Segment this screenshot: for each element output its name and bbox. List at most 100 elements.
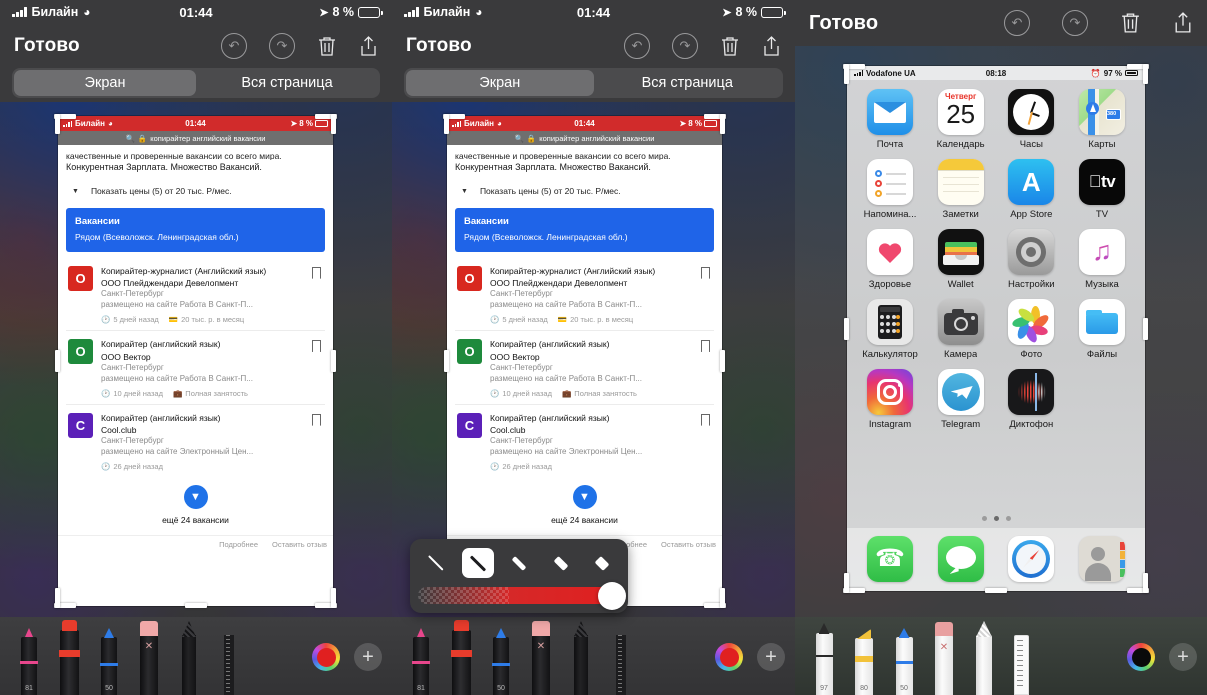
screenshot-preview-3[interactable]: Vodafone UA 08:18 ⏰ 97 % Почта Четверг 2… (843, 64, 1149, 593)
browser-search-bar[interactable]: 🔍 🔒 копирайтер английский вакансии (58, 131, 333, 145)
lasso-tool[interactable] (176, 621, 202, 695)
ruler-tool[interactable] (1011, 635, 1031, 695)
eraser-tool[interactable]: ✕ (136, 621, 162, 695)
trash-icon[interactable] (1120, 11, 1141, 35)
share-icon[interactable] (359, 35, 378, 58)
redo-icon[interactable]: ↷ (1062, 10, 1088, 36)
share-icon[interactable] (762, 35, 781, 58)
app-tv[interactable]: tv TV (1071, 159, 1133, 220)
load-more-section[interactable]: ▼ ещё 24 вакансии (66, 477, 325, 535)
tab-full-page[interactable]: Вся страница (196, 70, 378, 96)
table-row[interactable]: C Копирайтер (английский язык) Cool.club… (66, 403, 325, 477)
crop-handle-top-left[interactable] (444, 114, 449, 134)
highlighter-tool[interactable]: 80 (851, 629, 877, 695)
app-music[interactable]: ♫ Музыка (1071, 229, 1133, 290)
crop-handle-bottom-left[interactable] (844, 573, 849, 593)
crop-handle-bottom-right[interactable] (1143, 573, 1148, 593)
show-prices-row[interactable]: ▼ Показать цены (5) от 20 тыс. Р/мес. (66, 172, 325, 208)
share-icon[interactable] (1173, 11, 1193, 35)
screenshot-preview-2[interactable]: Билайн ◕ 01:44 ➤ 8 % 🔍 🔒 копирайтер англ… (443, 114, 726, 608)
marker-tool[interactable]: 50 (891, 628, 917, 695)
chevron-down-icon[interactable]: ▼ (572, 485, 597, 510)
dock-contacts[interactable] (1071, 536, 1133, 582)
redo-icon[interactable]: ↷ (672, 33, 698, 59)
crop-handle-right[interactable] (1143, 317, 1148, 340)
undo-icon[interactable]: ↶ (221, 33, 247, 59)
crop-handle-top-left[interactable] (844, 64, 849, 84)
table-row[interactable]: O Копирайтер (английский язык) ООО Векто… (455, 330, 714, 403)
plus-icon[interactable]: + (757, 643, 785, 671)
trash-icon[interactable] (720, 35, 740, 58)
stroke-option-thicker[interactable] (545, 548, 577, 578)
screenshot-preview-1[interactable]: Билайн ◕ 01:44 ➤ 8 % 🔍 🔒 копирайтер англ… (54, 114, 337, 608)
pen-tool[interactable]: 81 (408, 628, 434, 695)
app-camera[interactable]: Камера (930, 299, 992, 360)
dock-messages[interactable] (930, 536, 992, 582)
pen-tool[interactable]: 97 (811, 623, 837, 695)
app-wallet[interactable]: Wallet (930, 229, 992, 290)
vacancies-card[interactable]: Вакансии Рядом (Всеволожск. Ленинградска… (66, 208, 325, 252)
crop-handle-right[interactable] (720, 350, 725, 372)
app-settings[interactable]: Настройки (1000, 229, 1062, 290)
bookmark-icon[interactable] (701, 267, 710, 279)
app-telegram[interactable]: Telegram (930, 369, 992, 430)
app-appstore[interactable]: A App Store (1000, 159, 1062, 220)
crop-handle-bottom[interactable] (184, 603, 207, 608)
capture-mode-segmented[interactable]: Экран Вся страница (12, 68, 380, 98)
app-maps[interactable]: 380 Карты (1071, 89, 1133, 150)
ruler-tool[interactable] (608, 635, 634, 695)
dock-phone[interactable]: ☎ (859, 536, 921, 582)
tab-screen[interactable]: Экран (14, 70, 196, 96)
crop-handle-left[interactable] (444, 350, 449, 372)
crop-handle-left[interactable] (55, 350, 60, 372)
redo-icon[interactable]: ↷ (269, 33, 295, 59)
table-row[interactable]: O Копирайтер-журналист (Английский язык)… (66, 258, 325, 330)
feedback-link[interactable]: Оставить отзыв (272, 540, 327, 549)
capture-mode-segmented[interactable]: Экран Вся страница (404, 68, 783, 98)
page-dot[interactable] (1005, 516, 1011, 521)
app-notes[interactable]: Заметки (930, 159, 992, 220)
table-row[interactable]: O Копирайтер-журналист (Английский язык)… (455, 258, 714, 330)
stroke-option-thin[interactable] (420, 548, 452, 578)
stroke-option-thick[interactable] (503, 548, 535, 578)
crop-handle-bottom-right[interactable] (331, 588, 336, 608)
opacity-slider[interactable] (418, 581, 626, 610)
app-health[interactable]: Здоровье (859, 229, 921, 290)
crop-handle-bottom[interactable] (985, 588, 1007, 593)
crop-handle-bottom-left[interactable] (55, 588, 60, 608)
load-more-section[interactable]: ▼ ещё 24 вакансии (455, 477, 714, 535)
crop-handle-top-right[interactable] (720, 114, 725, 134)
crop-handle-top-right[interactable] (1143, 64, 1148, 84)
done-button[interactable]: Готово (14, 35, 80, 57)
plus-icon[interactable]: + (1169, 643, 1197, 671)
tab-full-page[interactable]: Вся страница (594, 70, 782, 96)
page-dot-active[interactable] (993, 516, 999, 521)
table-row[interactable]: O Копирайтер (английский язык) ООО Векто… (66, 330, 325, 403)
show-prices-row[interactable]: ▼ Показать цены (5) от 20 тыс. Р/мес. (455, 172, 714, 208)
app-instagram[interactable]: Instagram (859, 369, 921, 430)
bookmark-icon[interactable] (701, 340, 710, 353)
opacity-slider-knob[interactable] (598, 581, 626, 610)
table-row[interactable]: C Копирайтер (английский язык) Cool.club… (455, 403, 714, 477)
app-files[interactable]: Файлы (1071, 299, 1133, 360)
tab-screen[interactable]: Экран (406, 70, 594, 96)
color-picker-wheel[interactable] (312, 643, 340, 671)
app-photos[interactable]: Фото (1000, 299, 1062, 360)
stroke-option-thickest[interactable] (586, 548, 618, 578)
bookmark-icon[interactable] (312, 340, 321, 353)
highlighter-tool[interactable] (448, 620, 474, 695)
stroke-option-medium[interactable] (461, 548, 494, 578)
lasso-tool[interactable] (568, 621, 594, 695)
color-picker-wheel[interactable] (1127, 643, 1155, 671)
done-button[interactable]: Готово (406, 35, 472, 57)
vacancies-card[interactable]: Вакансии Рядом (Всеволожск. Ленинградска… (455, 208, 714, 252)
app-voice-memos[interactable]: Диктофон (1000, 369, 1062, 430)
feedback-link[interactable]: Оставить отзыв (661, 540, 716, 549)
app-mail[interactable]: Почта (859, 89, 921, 150)
crop-handle-top-left[interactable] (55, 114, 60, 134)
app-clock[interactable]: Часы (1000, 89, 1062, 150)
page-dot[interactable] (981, 516, 987, 521)
app-calculator[interactable]: Калькулятор (859, 299, 921, 360)
crop-handle-top-right[interactable] (331, 114, 336, 134)
details-link[interactable]: Подробнее (219, 540, 258, 549)
